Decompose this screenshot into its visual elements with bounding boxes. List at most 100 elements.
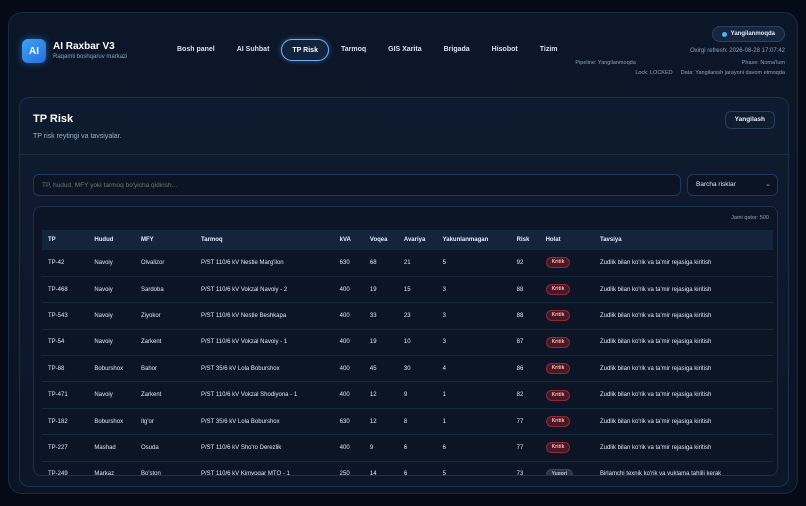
column-header-tavsiya[interactable]: Tavsiya — [594, 230, 773, 250]
phase-status: Phase: Noma'lum — [741, 60, 785, 66]
status-badge: Yuqori — [545, 468, 574, 475]
search-input[interactable] — [33, 174, 681, 196]
page-title: TP Risk — [33, 113, 74, 125]
cell-avariya: 23 — [397, 302, 437, 330]
cell-tavsiya: Zudlik bilan ko'rik va ta'mir rejasiga k… — [593, 329, 773, 357]
status-badge: Kritik — [545, 389, 571, 401]
column-header-hudud[interactable]: Hudud — [88, 230, 135, 250]
cell-tarmoq: P/ST 35/6 kV Lola Boburshox — [195, 408, 334, 436]
table-row[interactable]: TP-54 Navoiy Zarkent P/ST 110/6 kV Vokzal N… — [42, 329, 773, 357]
cell-tp: TP-471 — [42, 381, 89, 409]
status-badge: Kritik — [545, 284, 571, 296]
table-row[interactable]: TP-42 Navoiy Olvalizor P/ST 110/6 kV Nestle… — [42, 250, 773, 277]
meta-row-pipeline: Pipeline: Yangilanmoqda Phase: Noma'lum — [575, 60, 785, 66]
cell-yakunlanmagan: 3 — [436, 329, 511, 357]
table-row[interactable]: TP-471 Navoiy Zarkent P/ST 110/6 kV Vokzal … — [42, 381, 773, 409]
cell-mfy: Olvalizor — [134, 250, 196, 277]
cell-avariya: 9 — [397, 381, 437, 409]
column-header-tp[interactable]: TP — [42, 230, 88, 250]
status-badge: Kritik — [545, 416, 571, 428]
cell-risk: 92 — [510, 250, 540, 277]
nav-item-hisobot[interactable]: Hisobot — [482, 39, 528, 61]
refresh-button[interactable]: Yangilash — [724, 111, 775, 129]
risk-table-container[interactable]: Jami qator: 500 TP Hudud MFY Tarmoq kVA Voqea… — [33, 206, 778, 476]
nav-item-bosh-panel[interactable]: Bosh panel — [167, 39, 225, 61]
nav-item-gis-xarita[interactable]: GIS Xarita — [378, 39, 431, 61]
table-row[interactable]: TP-249 Markaz Bo'ston P/ST 110/6 kV Kimyoga… — [42, 461, 773, 475]
cell-holat: Yuqori — [539, 461, 594, 475]
column-header-kva[interactable]: kVA — [334, 230, 364, 250]
cell-risk: 77 — [510, 408, 540, 436]
table-row[interactable]: TP-468 Navoiy Sardoba P/ST 110/6 kV Vokzal … — [42, 276, 773, 304]
cell-yakunlanmagan: 5 — [436, 461, 511, 475]
column-header-mfy[interactable]: MFY — [135, 230, 195, 250]
cell-avariya: 30 — [397, 355, 437, 383]
cell-voqea: 9 — [363, 434, 398, 462]
cell-tavsiya: Zudlik bilan ko'rik va ta'mir rejasiga k… — [593, 276, 773, 304]
nav-item-tp-risk[interactable]: TP Risk — [281, 39, 329, 61]
nav-item-tarmoq[interactable]: Tarmoq — [331, 39, 376, 61]
cell-tavsiya: Zudlik bilan ko'rik va ta'mir rejasiga k… — [593, 381, 773, 409]
status-label: Yangilanmoqda — [730, 31, 775, 37]
cell-tp: TP-182 — [42, 408, 89, 436]
cell-risk: 88 — [510, 302, 540, 330]
cell-tp: TP-42 — [42, 250, 89, 277]
cell-yakunlanmagan: 3 — [436, 302, 511, 330]
cell-voqea: 12 — [363, 408, 398, 436]
cell-yakunlanmagan: 5 — [436, 250, 511, 277]
cell-holat: Kritik — [539, 408, 594, 436]
divider — [20, 154, 788, 155]
cell-yakunlanmagan: 3 — [436, 276, 511, 304]
column-header-risk[interactable]: Risk — [511, 230, 540, 250]
cell-voqea: 14 — [363, 461, 398, 475]
status-badge: Kritik — [545, 310, 571, 322]
cell-avariya: 15 — [397, 276, 437, 304]
cell-tarmoq: P/ST 110/6 kV Vokzal Navoiy - 1 — [195, 329, 334, 357]
table-row[interactable]: TP-88 Boburshox Bahor P/ST 35/6 kV Lola Bob… — [42, 355, 773, 383]
cell-hudud: Navoiy — [88, 250, 135, 277]
table-row[interactable]: TP-182 Boburshox Ilg'or P/ST 35/6 kV Lola B… — [42, 408, 773, 436]
cell-hudud: Navoiy — [88, 329, 135, 357]
cell-risk: 73 — [510, 461, 540, 475]
column-header-avariya[interactable]: Avariya — [398, 230, 437, 250]
cell-tp: TP-227 — [42, 434, 89, 462]
app-logo: AI — [22, 39, 46, 63]
row-count: Jami qator: 500 — [731, 215, 769, 221]
table-row[interactable]: TP-543 Navoiy Ziyokor P/ST 110/6 kV Nestle … — [42, 302, 773, 330]
column-header-voqea[interactable]: Voqea — [364, 230, 398, 250]
table-row[interactable]: TP-227 Mashad Osuda P/ST 110/6 kV Sho'ro De… — [42, 434, 773, 462]
tp-risk-card: TP Risk TP risk reytingi va tavsiyalar. … — [19, 97, 789, 487]
cell-kva: 630 — [333, 250, 364, 277]
cell-mfy: Ilg'or — [134, 408, 196, 436]
table-header-row: TP Hudud MFY Tarmoq kVA Voqea Avariya Yakunlanm… — [42, 230, 773, 250]
cell-mfy: Zarkent — [134, 329, 196, 357]
column-header-yakunlanmagan[interactable]: Yakunlanmagan — [437, 230, 511, 250]
cell-yakunlanmagan: 1 — [436, 408, 511, 436]
cell-holat: Kritik — [539, 381, 594, 409]
cell-mfy: Osuda — [134, 434, 196, 462]
nav-item-ai-suhbat[interactable]: AI Suhbat — [227, 39, 280, 61]
column-header-tarmoq[interactable]: Tarmoq — [195, 230, 334, 250]
app-title: AI Raxbar V3 — [53, 41, 115, 52]
risk-filter-select[interactable]: Barcha risklar ⌄ — [687, 174, 778, 196]
pipeline-status: Pipeline: Yangilanmoqda — [575, 60, 636, 66]
cell-mfy: Zarkent — [134, 381, 196, 409]
cell-voqea: 45 — [363, 355, 398, 383]
risk-table: TP Hudud MFY Tarmoq kVA Voqea Avariya Yakunlanm… — [42, 230, 773, 475]
cell-risk: 88 — [510, 276, 540, 304]
cell-tarmoq: P/ST 110/6 kV Vokzal Shodiyona - 1 — [195, 381, 334, 409]
cell-hudud: Boburshox — [88, 355, 135, 383]
cell-yakunlanmagan: 4 — [436, 355, 511, 383]
cell-voqea: 33 — [363, 302, 398, 330]
nav-item-brigada[interactable]: Brigada — [434, 39, 480, 61]
cell-tarmoq: P/ST 110/6 kV Sho'ro Derezlik — [195, 434, 334, 462]
status-badge: Kritik — [545, 336, 571, 348]
app-frame: AI AI Raxbar V3 Raqamli boshqaruv markaz… — [8, 12, 798, 494]
cell-holat: Kritik — [539, 302, 594, 330]
table-body: TP-42 Navoiy Olvalizor P/ST 110/6 kV Nestle… — [42, 250, 773, 475]
cell-hudud: Mashad — [88, 434, 135, 462]
nav-item-tizim[interactable]: Tizim — [530, 39, 568, 61]
cell-avariya: 21 — [397, 250, 437, 277]
column-header-holat[interactable]: Holat — [540, 230, 594, 250]
cell-holat: Kritik — [539, 250, 594, 277]
